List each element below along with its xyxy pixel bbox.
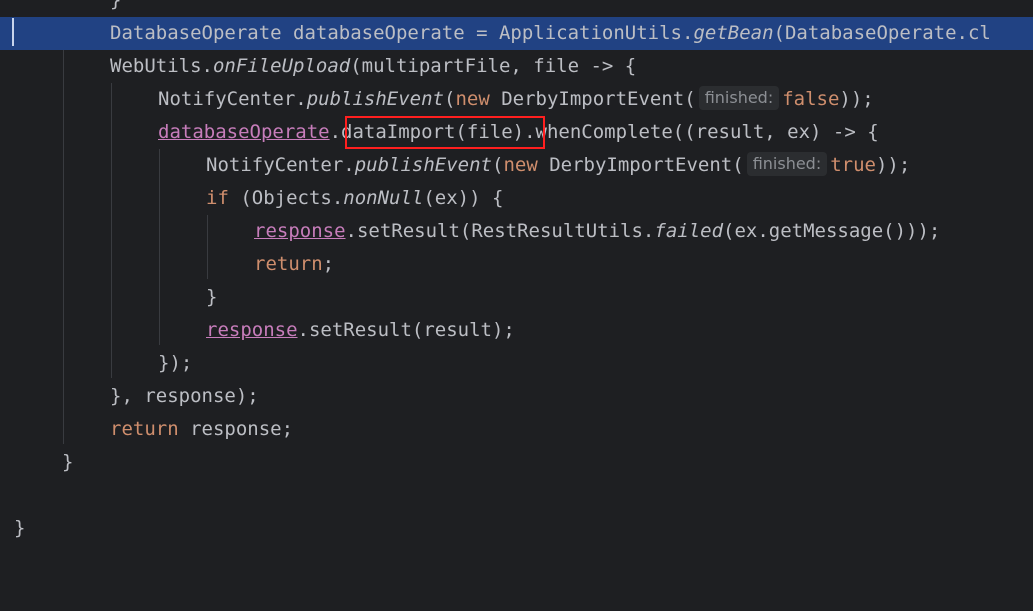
red-annotation-box	[345, 116, 545, 149]
closing-lambda: });	[158, 352, 193, 374]
code-line-16[interactable]: }	[0, 512, 1033, 545]
code-line-7[interactable]: response.setResult(RestResultUtils.faile…	[0, 215, 1033, 248]
return-statement: return;	[254, 253, 335, 275]
closing-brace: }	[62, 451, 74, 473]
set-result-call: response.setResult(result);	[206, 319, 515, 341]
publish-event-call: NotifyCenter.publishEvent(new DerbyImpor…	[158, 86, 874, 110]
code-line-9[interactable]: }	[0, 281, 1033, 314]
code-line-8[interactable]: return;	[0, 248, 1033, 281]
closing-brace: }	[206, 286, 218, 308]
parameter-hint: finished:	[746, 152, 828, 176]
if-statement: if (Objects.nonNull(ex)) {	[206, 187, 504, 209]
declaration-statement: DatabaseOperate databaseOperate = Applic…	[110, 22, 991, 44]
code-line-3[interactable]: NotifyCenter.publishEvent(new DerbyImpor…	[0, 83, 1033, 116]
code-line-6[interactable]: if (Objects.nonNull(ex)) {	[0, 182, 1033, 215]
closing-brace: }	[110, 0, 122, 11]
code-line-13[interactable]: return response;	[0, 413, 1033, 446]
code-line-0[interactable]: }	[0, 0, 1033, 17]
code-editor[interactable]: } DatabaseOperate databaseOperate = Appl…	[0, 0, 1033, 550]
text-caret	[12, 18, 14, 46]
code-line-14[interactable]: }	[0, 446, 1033, 479]
closing-brace: }	[14, 517, 26, 539]
field-reference: databaseOperate	[158, 121, 330, 143]
code-line-current[interactable]: DatabaseOperate databaseOperate = Applic…	[0, 17, 1033, 50]
code-line-11[interactable]: });	[0, 347, 1033, 380]
code-line-2[interactable]: WebUtils.onFileUpload(multipartFile, fil…	[0, 50, 1033, 83]
closing-upload-call: }, response);	[110, 385, 259, 407]
return-statement: return response;	[110, 418, 294, 440]
code-line-5[interactable]: NotifyCenter.publishEvent(new DerbyImpor…	[0, 149, 1033, 182]
set-result-failed: response.setResult(RestResultUtils.faile…	[254, 220, 941, 242]
code-line-10[interactable]: response.setResult(result);	[0, 314, 1033, 347]
parameter-hint: finished:	[698, 86, 780, 110]
code-line-12[interactable]: }, response);	[0, 380, 1033, 413]
publish-event-call: NotifyCenter.publishEvent(new DerbyImpor…	[206, 152, 911, 176]
file-upload-call: WebUtils.onFileUpload(multipartFile, fil…	[110, 55, 637, 77]
